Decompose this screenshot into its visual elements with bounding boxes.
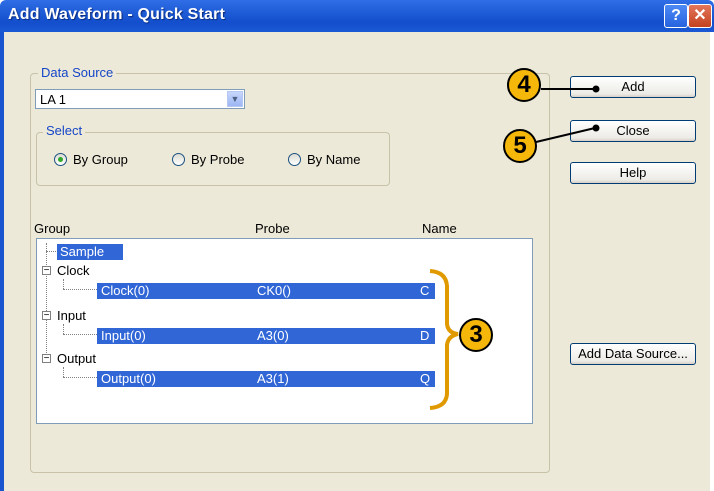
- callout-3: 3: [459, 318, 493, 352]
- add-waveform-dialog: Add Waveform - Quick Start ? ✕ Data Sour…: [0, 0, 714, 491]
- callout-5: 5: [503, 129, 537, 163]
- callout-leaders: [429, 85, 600, 410]
- callout-4: 4: [507, 68, 541, 102]
